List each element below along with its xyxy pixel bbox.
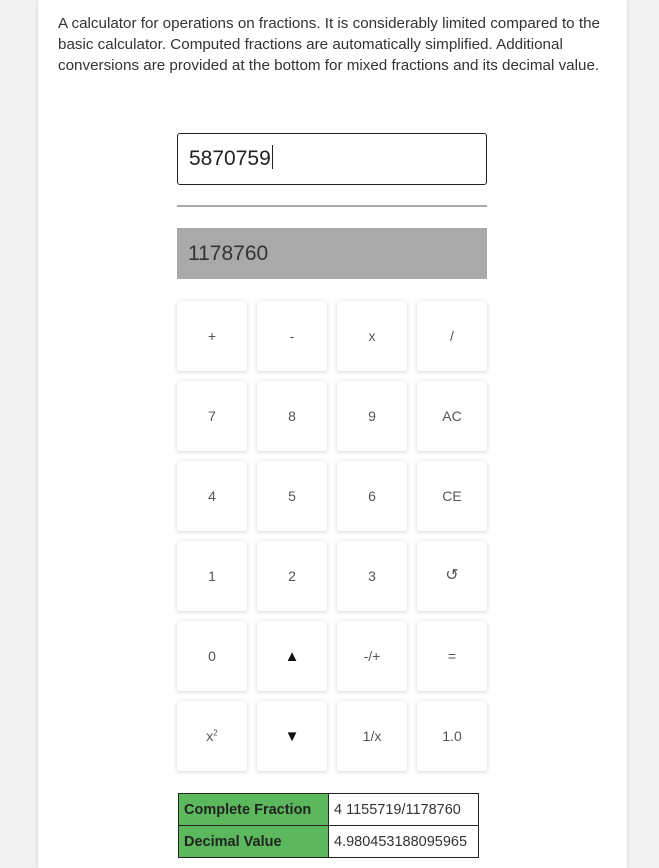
digit-5-button[interactable]: 5: [257, 461, 327, 531]
digit-0-button[interactable]: 0: [177, 621, 247, 691]
results-table: Complete Fraction 4 1155719/1178760 Deci…: [178, 793, 479, 858]
digit-3-button[interactable]: 3: [337, 541, 407, 611]
decimal-value-label: Decimal Value: [178, 825, 329, 858]
digit-1-button[interactable]: 1: [177, 541, 247, 611]
all-clear-button[interactable]: AC: [417, 381, 487, 451]
denominator-field[interactable]: 1178760: [177, 228, 487, 279]
complete-fraction-label: Complete Fraction: [178, 793, 329, 826]
complete-fraction-value: 4 1155719/1178760: [328, 793, 479, 826]
digit-7-button[interactable]: 7: [177, 381, 247, 451]
negate-button[interactable]: -/+: [337, 621, 407, 691]
multiply-button[interactable]: x: [337, 301, 407, 371]
minus-button[interactable]: -: [257, 301, 327, 371]
undo-icon: ↺: [445, 567, 459, 584]
digit-2-button[interactable]: 2: [257, 541, 327, 611]
decimal-toggle-button[interactable]: 1.0: [417, 701, 487, 771]
undo-button[interactable]: ↺: [417, 541, 487, 611]
square-button[interactable]: x2: [177, 701, 247, 771]
square-exponent: 2: [213, 728, 218, 738]
table-row: Decimal Value 4.980453188095965: [178, 825, 479, 858]
calculator-description: A calculator for operations on fractions…: [58, 15, 600, 74]
decimal-value-value: 4.980453188095965: [328, 825, 479, 858]
digit-9-button[interactable]: 9: [337, 381, 407, 451]
denominator-value: 1178760: [188, 242, 269, 265]
clear-entry-button[interactable]: CE: [417, 461, 487, 531]
reciprocal-button[interactable]: 1/x: [337, 701, 407, 771]
triangle-up-icon: ▲: [284, 647, 300, 665]
text-caret: [271, 145, 273, 169]
calculator-card: A calculator for operations on fractions…: [38, 0, 627, 868]
numerator-value: 5870759: [189, 147, 271, 170]
equals-button[interactable]: =: [417, 621, 487, 691]
digit-4-button[interactable]: 4: [177, 461, 247, 531]
digit-8-button[interactable]: 8: [257, 381, 327, 451]
numerator-input[interactable]: 5870759: [177, 133, 487, 185]
triangle-down-icon: ▼: [284, 727, 300, 745]
digit-6-button[interactable]: 6: [337, 461, 407, 531]
fraction-bar: [177, 205, 487, 207]
divide-button[interactable]: /: [417, 301, 487, 371]
denominator-down-button[interactable]: ▼: [257, 701, 327, 771]
numerator-up-button[interactable]: ▲: [257, 621, 327, 691]
plus-button[interactable]: +: [177, 301, 247, 371]
table-row: Complete Fraction 4 1155719/1178760: [178, 793, 479, 826]
